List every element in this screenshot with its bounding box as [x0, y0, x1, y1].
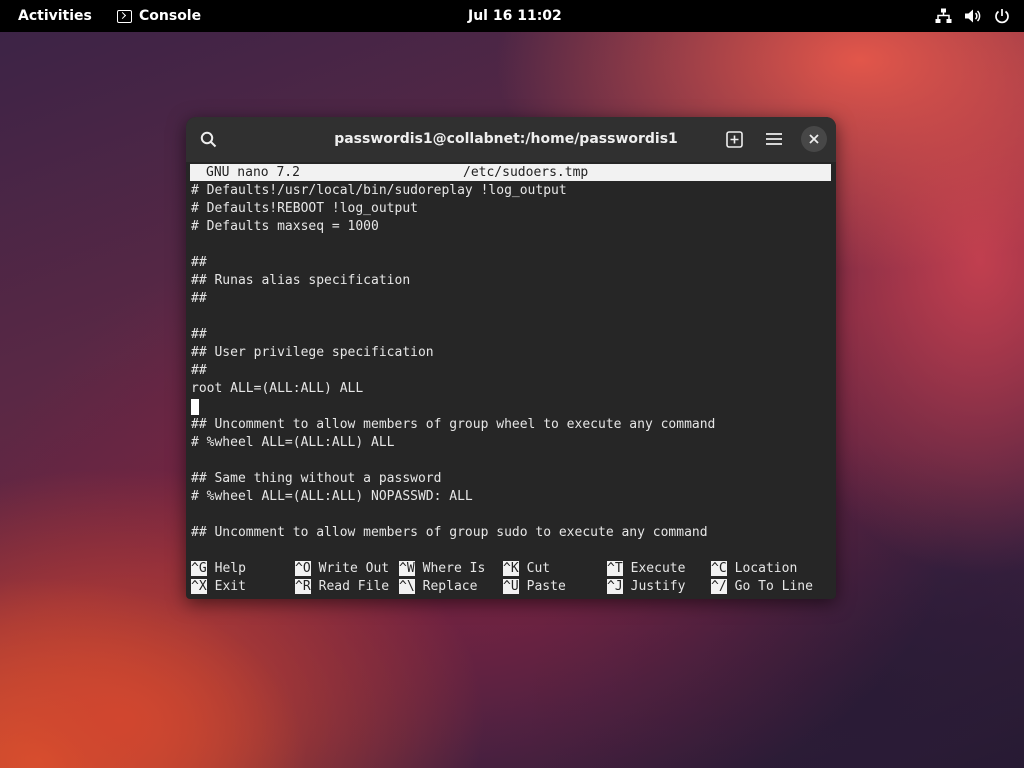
nano-version: GNU nano 7.2: [206, 165, 300, 180]
shortcut-label: Cut: [526, 561, 551, 576]
shortcut-exit: ^X Exit: [191, 578, 246, 596]
shortcut-key: ^T: [607, 561, 623, 576]
editor-line: # %wheel ALL=(ALL:ALL) ALL: [191, 435, 395, 450]
shortcut-write-out: ^O Write Out: [295, 560, 389, 578]
shortcut-key: ^C: [711, 561, 727, 576]
editor-line: ##: [191, 291, 207, 306]
shortcut-location: ^C Location: [711, 560, 797, 578]
editor-line: ##: [191, 363, 207, 378]
window-title: passwordis1@collabnet:/home/passwordis1: [334, 131, 678, 147]
app-menu-label: Console: [139, 8, 202, 24]
shortcut-label: Where Is: [422, 561, 486, 576]
shortcut-go-to-line: ^/ Go To Line: [711, 578, 813, 596]
shortcut-key: ^U: [503, 579, 519, 594]
shortcut-label: Help: [214, 561, 246, 576]
shortcut-label: Justify: [630, 579, 686, 594]
editor-line: ## Same thing without a password: [191, 471, 442, 486]
shortcut-label: Go To Line: [734, 579, 813, 594]
shortcut-paste: ^U Paste: [503, 578, 566, 596]
editor-line: ##: [191, 327, 207, 342]
volume-icon[interactable]: [964, 8, 982, 24]
shortcut-label: Location: [734, 561, 798, 576]
editor-line: ##: [191, 255, 207, 270]
shortcut-justify: ^J Justify: [607, 578, 685, 596]
new-tab-icon[interactable]: [722, 127, 746, 151]
close-icon[interactable]: [801, 126, 827, 152]
shortcut-cut: ^K Cut: [503, 560, 550, 578]
shortcut-key: ^R: [295, 579, 311, 594]
shortcut-key: ^K: [503, 561, 519, 576]
shortcut-help: ^G Help: [191, 560, 246, 578]
hamburger-menu-icon[interactable]: [762, 127, 786, 151]
shortcut-label: Write Out: [318, 561, 390, 576]
editor-line: # Defaults!/usr/local/bin/sudoreplay !lo…: [191, 183, 567, 198]
editor-line: # Defaults maxseq = 1000: [191, 219, 379, 234]
system-status-area[interactable]: [935, 0, 1010, 32]
editor-line: root ALL=(ALL:ALL) ALL: [191, 381, 364, 396]
terminal-content[interactable]: GNU nano 7.2 /etc/sudoers.tmp # Defaults…: [190, 164, 832, 596]
shortcut-where-is: ^W Where Is: [399, 560, 485, 578]
terminal-window[interactable]: passwordis1@collabnet:/home/passwordis1 …: [186, 117, 836, 599]
shortcut-label: Replace: [422, 579, 478, 594]
nano-filename: /etc/sudoers.tmp: [463, 165, 589, 180]
shortcut-replace: ^\ Replace: [399, 578, 477, 596]
shortcut-key: ^\: [399, 579, 415, 594]
editor-buffer[interactable]: # Defaults!/usr/local/bin/sudoreplay !lo…: [191, 182, 715, 542]
editor-line: ## Uncomment to allow members of group w…: [191, 417, 716, 432]
shortcut-key: ^X: [191, 579, 207, 594]
power-icon[interactable]: [994, 8, 1010, 24]
shortcut-key: ^/: [711, 579, 727, 594]
shortcut-key: ^J: [607, 579, 623, 594]
editor-line: ## Uncomment to allow members of group s…: [191, 525, 708, 540]
editor-line-cursor: [191, 398, 715, 416]
console-icon: [117, 9, 132, 23]
shortcut-label: Execute: [630, 561, 686, 576]
activities-button[interactable]: Activities: [18, 0, 92, 32]
top-bar: Activities Console Jul 16 11:02: [0, 0, 1024, 32]
search-icon[interactable]: [196, 127, 220, 151]
app-menu-console[interactable]: Console: [117, 0, 201, 32]
window-headerbar[interactable]: passwordis1@collabnet:/home/passwordis1: [186, 117, 836, 162]
nano-title-bar: GNU nano 7.2 /etc/sudoers.tmp: [190, 164, 831, 181]
editor-line: ## Runas alias specification: [191, 273, 411, 288]
shortcut-key: ^O: [295, 561, 311, 576]
shortcut-label: Paste: [526, 579, 566, 594]
network-icon[interactable]: [935, 8, 952, 24]
editor-line: ## User privilege specification: [191, 345, 434, 360]
shortcut-key: ^G: [191, 561, 207, 576]
editor-line: # %wheel ALL=(ALL:ALL) NOPASSWD: ALL: [191, 489, 473, 504]
shortcut-label: Read File: [318, 579, 390, 594]
text-cursor: [191, 398, 199, 415]
shortcut-execute: ^T Execute: [607, 560, 685, 578]
shortcut-label: Exit: [214, 579, 246, 594]
clock[interactable]: Jul 16 11:02: [468, 0, 562, 32]
shortcut-key: ^W: [399, 561, 415, 576]
shortcut-read-file: ^R Read File: [295, 578, 389, 596]
editor-line: # Defaults!REBOOT !log_output: [191, 201, 418, 216]
nano-shortcut-bar: ^G Help ^O Write Out ^W Where Is ^K Cut ^T Ex…: [191, 560, 831, 596]
